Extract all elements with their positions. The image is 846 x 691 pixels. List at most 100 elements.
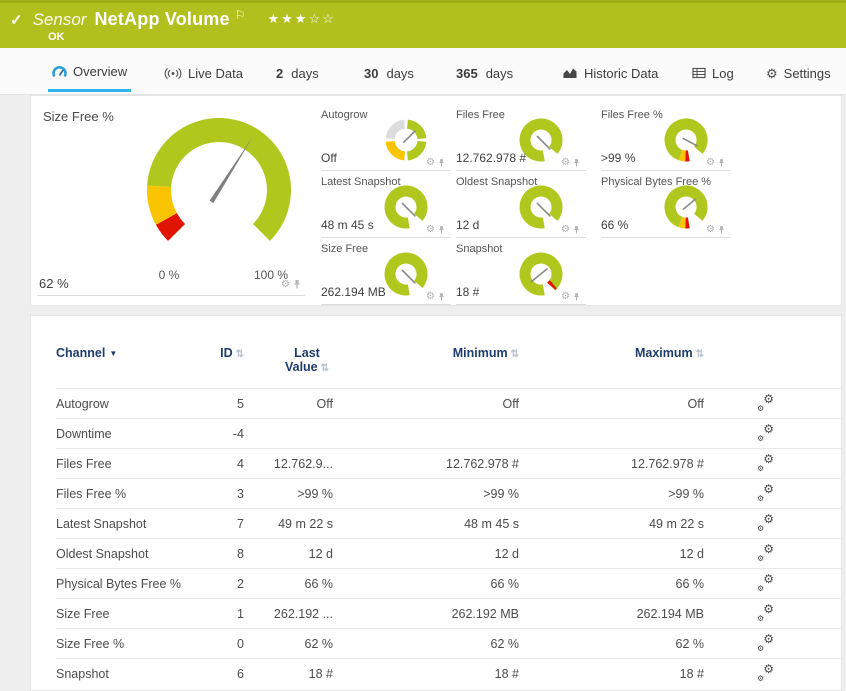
col-label: Minimum — [452, 346, 508, 360]
channel-settings-gears-icon[interactable]: ⚙ ⚙ — [757, 662, 774, 683]
table-row-size-free-pct: Size Free % 0 62 % 62 % 62 % ⚙ ⚙ — [56, 628, 843, 659]
cell-channel: Oldest Snapshot — [56, 538, 196, 569]
tile-value: 48 m 45 s — [321, 218, 374, 232]
tile-value: Off — [321, 151, 337, 165]
tile-files-free[interactable]: Files Free 12.762.978 # ⚙ — [456, 109, 586, 171]
cell-maximum: 18 # — [519, 658, 704, 689]
tab-label: Historic Data — [584, 65, 659, 81]
channel-settings-gears-icon[interactable]: ⚙ ⚙ — [757, 542, 774, 563]
pin-icon[interactable] — [573, 158, 580, 168]
sort-icon: ⇅ — [235, 349, 244, 360]
status-badge: OK — [48, 31, 65, 43]
tab-bar: Overview Live Data 2 days 30 days 365 da… — [0, 48, 846, 95]
pin-icon[interactable] — [573, 292, 580, 302]
tab-365-days[interactable]: 365 days — [452, 54, 517, 92]
cell-minimum: Off — [333, 388, 519, 419]
channel-settings-gears-icon[interactable]: ⚙ ⚙ — [757, 482, 774, 503]
sort-icon: ⇅ — [510, 349, 519, 360]
cell-channel: Size Free % — [56, 628, 196, 659]
col-label: Channel — [56, 346, 106, 360]
col-label: Maximum — [634, 346, 693, 360]
tile-snapshot[interactable]: Snapshot 18 # ⚙ — [456, 243, 586, 305]
gear-icon[interactable]: ⚙ — [561, 225, 570, 235]
pin-icon[interactable] — [438, 158, 445, 168]
tab-settings[interactable]: ⚙ Settings — [762, 54, 835, 92]
pin-icon[interactable] — [438, 292, 445, 302]
flag-icon[interactable]: ⚐ — [235, 8, 246, 22]
gear-icon[interactable]: ⚙ — [561, 158, 570, 168]
channel-settings-gears-icon[interactable]: ⚙ ⚙ — [757, 512, 774, 533]
cell-last-value: 12 d — [244, 538, 333, 569]
gear-icon[interactable]: ⚙ — [561, 292, 570, 302]
cell-maximum: 66 % — [519, 568, 704, 599]
tile-latest-snapshot[interactable]: Latest Snapshot 48 m 45 s ⚙ — [321, 176, 451, 238]
tab-historic-data[interactable]: Historic Data — [558, 54, 662, 92]
cell-maximum: 12 d — [519, 538, 704, 569]
sensor-title: NetApp Volume — [94, 9, 230, 29]
gear-icon[interactable]: ⚙ — [706, 225, 715, 235]
cell-minimum: 48 m 45 s — [333, 508, 519, 539]
tile-label: Files Free % — [601, 109, 663, 121]
channel-settings-gears-icon[interactable]: ⚙ ⚙ — [757, 572, 774, 593]
tile-value: 12 d — [456, 218, 480, 232]
tab-2-days[interactable]: 2 days — [272, 54, 323, 92]
table-row-files-free-pct: Files Free % 3 >99 % >99 % >99 % ⚙ ⚙ — [56, 478, 843, 509]
tab-label: Live Data — [188, 65, 243, 81]
col-header-last-value[interactable]: Last Value ⇅ — [244, 338, 333, 389]
cell-id: 4 — [196, 448, 244, 479]
main-gauge-value: 62 % — [39, 276, 69, 291]
col-header-maximum[interactable]: Maximum ⇅ — [519, 338, 704, 389]
pin-icon[interactable] — [718, 225, 725, 235]
gear-icon[interactable]: ⚙ — [426, 292, 435, 302]
priority-stars[interactable]: ★★★☆☆ — [268, 11, 336, 27]
cell-last-value: >99 % — [244, 478, 333, 509]
gauge-icon — [52, 66, 67, 78]
tile-label: Files Free — [456, 109, 505, 121]
col-header-id[interactable]: ID ⇅ — [196, 338, 244, 389]
tab-live-data[interactable]: Live Data — [160, 54, 247, 92]
cell-maximum: 12.762.978 # — [519, 448, 704, 479]
cell-channel: Autogrow — [56, 388, 196, 419]
tab-30-days[interactable]: 30 days — [360, 54, 418, 92]
pin-icon[interactable] — [718, 158, 725, 168]
gear-icon[interactable]: ⚙ — [706, 158, 715, 168]
main-gauge-tile[interactable]: Size Free % 0 % 100 % 62 % ⚙ — [31, 96, 311, 301]
sensor-header: ✓ Sensor NetApp Volume ⚐ ★★★☆☆ OK — [0, 0, 846, 48]
channel-settings-gears-icon[interactable]: ⚙ ⚙ — [757, 452, 774, 473]
gear-icon[interactable]: ⚙ — [281, 279, 290, 290]
sort-icon: ⇅ — [320, 363, 330, 374]
tile-autogrow[interactable]: Autogrow Off ⚙ — [321, 109, 451, 171]
cell-id: 5 — [196, 388, 244, 419]
pin-icon[interactable] — [293, 279, 301, 290]
tab-label: Log — [712, 65, 734, 81]
table-row-downtime: Downtime -4 ⚙ ⚙ — [56, 418, 843, 449]
tile-physical-bytes-free-pct[interactable]: Physical Bytes Free % 66 % ⚙ — [601, 176, 731, 238]
pin-icon[interactable] — [438, 225, 445, 235]
tile-value: 66 % — [601, 218, 629, 232]
tab-log[interactable]: Log — [688, 54, 738, 92]
cell-id: 2 — [196, 568, 244, 599]
tile-label: Autogrow — [321, 109, 368, 121]
channel-settings-gears-icon[interactable]: ⚙ ⚙ — [757, 632, 774, 653]
channel-settings-gears-icon[interactable]: ⚙ ⚙ — [757, 602, 774, 623]
tile-oldest-snapshot[interactable]: Oldest Snapshot 12 d ⚙ — [456, 176, 586, 238]
gear-icon[interactable]: ⚙ — [426, 158, 435, 168]
gear-icon: ⚙ — [766, 65, 778, 81]
overview-panel: Size Free % 0 % 100 % 62 % ⚙ Autogrow Of… — [30, 95, 842, 306]
channel-settings-gears-icon[interactable]: ⚙ ⚙ — [757, 392, 774, 413]
channel-settings-gears-icon[interactable]: ⚙ ⚙ — [757, 422, 774, 443]
tab-overview[interactable]: Overview — [48, 54, 132, 92]
size-free-mini-gauge — [384, 252, 428, 296]
gear-icon[interactable]: ⚙ — [426, 225, 435, 235]
tile-size-free[interactable]: Size Free 262.194 MB ⚙ — [321, 243, 451, 305]
table-row-files-free: Files Free 4 12.762.9... 12.762.978 # 12… — [56, 448, 843, 479]
col-header-minimum[interactable]: Minimum ⇅ — [333, 338, 519, 389]
channel-table: Channel ▼ ID ⇅ Last Value ⇅ Minimum ⇅ Maximu… — [56, 338, 843, 689]
gauge-needle — [209, 136, 254, 203]
tile-files-free-pct[interactable]: Files Free % >99 % ⚙ — [601, 109, 731, 171]
cell-minimum: 62 % — [333, 628, 519, 659]
tab-label: Settings — [783, 65, 831, 81]
col-header-channel[interactable]: Channel ▼ — [56, 338, 196, 389]
ok-check-icon: ✓ — [10, 12, 23, 29]
pin-icon[interactable] — [573, 225, 580, 235]
